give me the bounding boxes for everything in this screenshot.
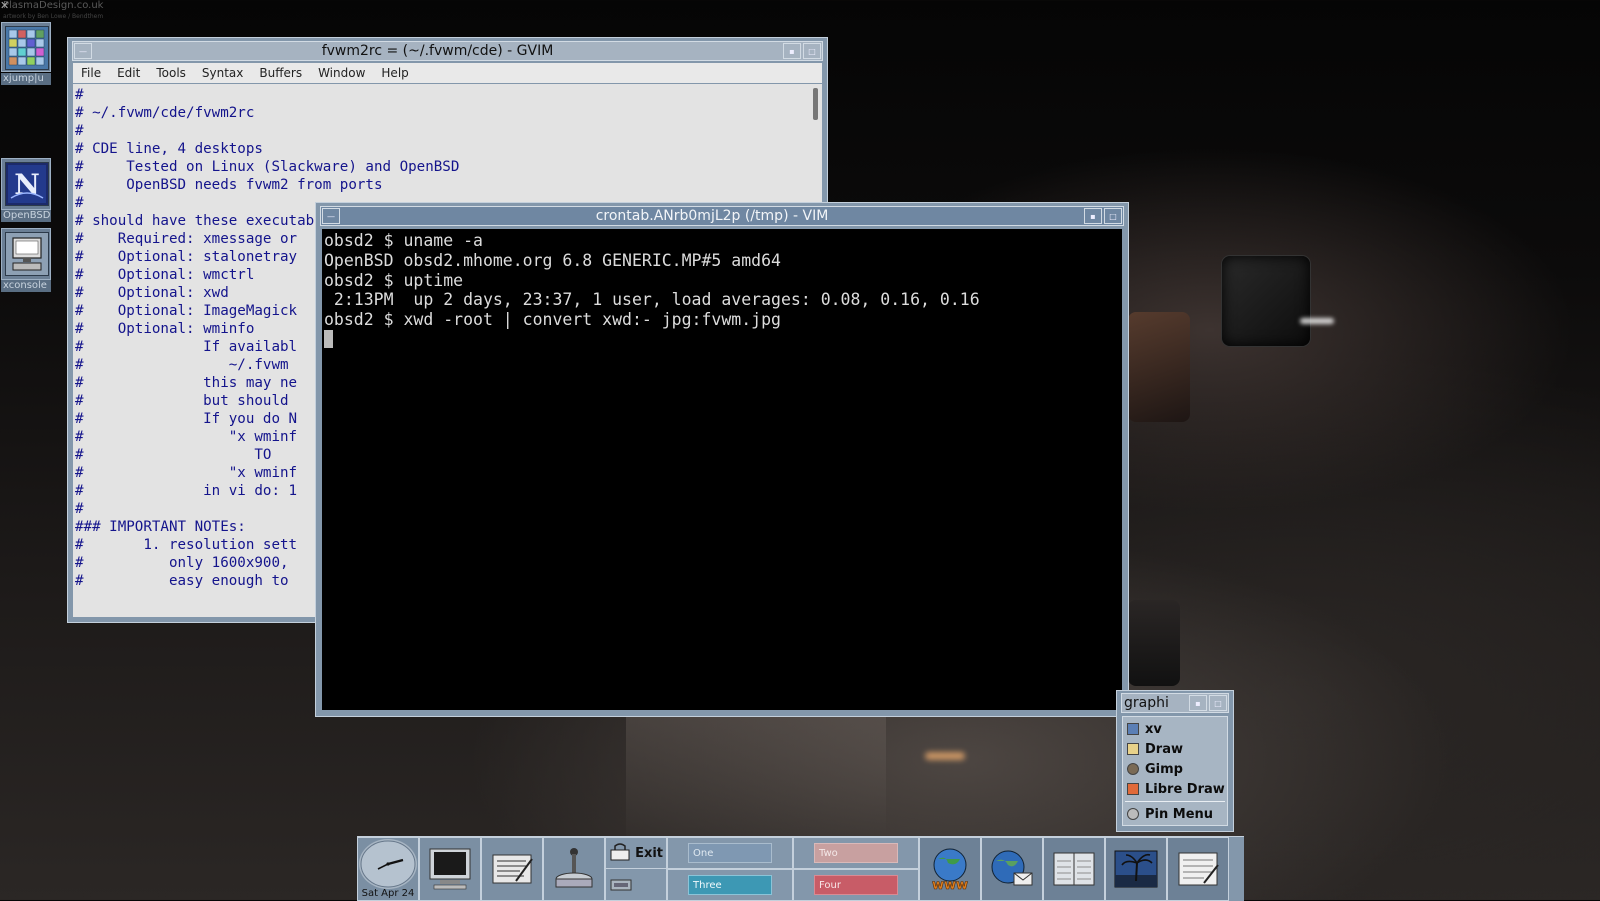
menu-tools[interactable]: Tools (148, 66, 194, 80)
menu-syntax[interactable]: Syntax (194, 66, 251, 80)
menu-item-gimp[interactable]: Gimp (1123, 759, 1227, 779)
palm-landscape-icon (1114, 850, 1158, 888)
netscape-icon: N (5, 162, 49, 206)
dock-label-openbsd: OpenBSD (1, 210, 51, 222)
workspace-switcher: One Two Three Four (667, 837, 919, 901)
workspace-label: One (688, 843, 772, 863)
window-menu-button[interactable]: — (322, 208, 340, 224)
gvim-titlebar[interactable]: — fvwm2rc = (~/.fvwm/cde) - GVIM ▪ □ (72, 41, 823, 61)
menu-item-pin[interactable]: Pin Menu (1123, 804, 1227, 824)
lock-keys-icon[interactable] (609, 842, 633, 864)
maximize-button[interactable]: □ (803, 43, 821, 59)
svg-text:www: www (932, 878, 968, 893)
gvim-title: fvwm2rc = (~/.fvwm/cde) - GVIM (321, 43, 554, 59)
text-editor-icon (492, 854, 533, 884)
pin-icon (1127, 808, 1139, 820)
grid-pager-icon (5, 26, 49, 70)
workspace-three[interactable]: Three (667, 869, 793, 901)
menu-item-xv[interactable]: xv (1123, 719, 1227, 739)
dock-icon-openbsd[interactable]: N (1, 158, 51, 210)
wallpaper-credit: PlasmaDesign.co.uk artwork by Ben Lowe /… (3, 0, 103, 22)
workspace-label: Three (688, 875, 772, 895)
wallpaper-cube (1128, 600, 1180, 686)
menu-item-label: xv (1145, 721, 1162, 737)
graphics-menu-titlebar[interactable]: graphi ▪ □ (1121, 693, 1229, 713)
minimize-button[interactable]: ▪ (783, 43, 801, 59)
menu-edit[interactable]: Edit (109, 66, 148, 80)
dock-label-xjump: xjump|u (1, 73, 51, 85)
monitor-icon (429, 848, 471, 890)
front-panel: Sat Apr 24 Exit One Two Three Four www (357, 836, 1244, 901)
menu-item-label: Libre Draw (1145, 781, 1225, 797)
wallpaper-light (1300, 318, 1334, 324)
draw-icon (1127, 743, 1139, 755)
wallpaper-cell[interactable] (1105, 837, 1167, 901)
menu-separator (1125, 801, 1225, 802)
exit-lock-column: Exit (605, 837, 667, 901)
terminal-text: obsd2 $ uname -a OpenBSD obsd2.mhome.org… (322, 229, 1122, 350)
console-icon (5, 232, 49, 276)
minimize-button[interactable]: ▪ (1189, 695, 1207, 711)
joystick-icon (555, 848, 593, 888)
wallpaper-cube (1128, 312, 1190, 422)
clock-icon (359, 839, 417, 889)
terminal-cursor (324, 329, 333, 348)
terminal-area[interactable]: obsd2 $ uname -a OpenBSD obsd2.mhome.org… (322, 229, 1122, 710)
mail-globe-cell[interactable] (981, 837, 1043, 901)
monitor-cell[interactable] (419, 837, 481, 901)
calendar-cell[interactable] (1043, 837, 1105, 901)
wallpaper-cube (1222, 256, 1310, 346)
workspace-two[interactable]: Two (793, 837, 919, 869)
menu-buffers[interactable]: Buffers (251, 66, 310, 80)
window-menu-button[interactable]: — (74, 43, 92, 59)
dock-icon-xconsole[interactable] (1, 228, 51, 280)
menu-item-label: Pin Menu (1145, 806, 1214, 822)
menu-item-label: Gimp (1145, 761, 1183, 777)
vim-terminal-window[interactable]: — crontab.ANrb0mjL2p (/tmp) - VIM ▪ □ ob… (315, 202, 1129, 717)
graphics-menu-list: xv Draw Gimp Libre Draw Pin Menu (1122, 716, 1228, 826)
maximize-button[interactable]: □ (1104, 208, 1122, 224)
menu-item-libre-draw[interactable]: Libre Draw (1123, 779, 1227, 799)
workspace-one[interactable]: One (667, 837, 793, 869)
www-cell[interactable]: www (919, 837, 981, 901)
workspace-label: Four (814, 875, 898, 895)
svg-text:N: N (14, 168, 40, 201)
root-cursor-icon: ✕ (0, 0, 10, 12)
editor-cell[interactable] (481, 837, 543, 901)
gvim-menubar: File Edit Tools Syntax Buffers Window He… (73, 63, 822, 83)
credit-text: PlasmaDesign.co.uk (3, 0, 104, 11)
exit-button[interactable]: Exit (635, 846, 663, 861)
panel-date: Sat Apr 24 (361, 888, 415, 899)
credit-subtext: artwork by Ben Lowe / Bendthem (3, 13, 104, 20)
menu-file[interactable]: File (73, 66, 109, 80)
xv-icon (1127, 723, 1139, 735)
vim-titlebar[interactable]: — crontab.ANrb0mjL2p (/tmp) - VIM ▪ □ (320, 206, 1124, 226)
workspace-label: Two (814, 843, 898, 863)
workspace-four[interactable]: Four (793, 869, 919, 901)
dock-icon-xjump[interactable] (1, 22, 51, 72)
minimize-button[interactable]: ▪ (1084, 208, 1102, 224)
www-globe-icon: www (932, 848, 968, 893)
graphics-menu-window[interactable]: graphi ▪ □ xv Draw Gimp Libre Draw Pin M… (1116, 690, 1234, 832)
clock-cell[interactable]: Sat Apr 24 (357, 837, 419, 901)
maximize-button[interactable]: □ (1209, 695, 1227, 711)
menu-help[interactable]: Help (373, 66, 416, 80)
joystick-cell[interactable] (543, 837, 605, 901)
wallpaper-cube (626, 710, 886, 838)
graphics-menu-title: graphi (1124, 695, 1169, 711)
menu-item-draw[interactable]: Draw (1123, 739, 1227, 759)
menu-window[interactable]: Window (310, 66, 373, 80)
calendar-icon (1053, 852, 1095, 886)
notepad-icon (1178, 852, 1219, 886)
dock-label-xconsole: xconsole (1, 280, 51, 292)
gimp-icon (1127, 763, 1139, 775)
libre-draw-icon (1127, 783, 1139, 795)
busy-light-icon[interactable] (610, 878, 632, 892)
mail-globe-icon (991, 850, 1033, 886)
vim-title: crontab.ANrb0mjL2p (/tmp) - VIM (595, 208, 829, 224)
menu-item-label: Draw (1145, 741, 1183, 757)
gvim-scrollbar[interactable] (813, 88, 818, 120)
notes-cell[interactable] (1167, 837, 1229, 901)
wallpaper-light (925, 752, 965, 760)
